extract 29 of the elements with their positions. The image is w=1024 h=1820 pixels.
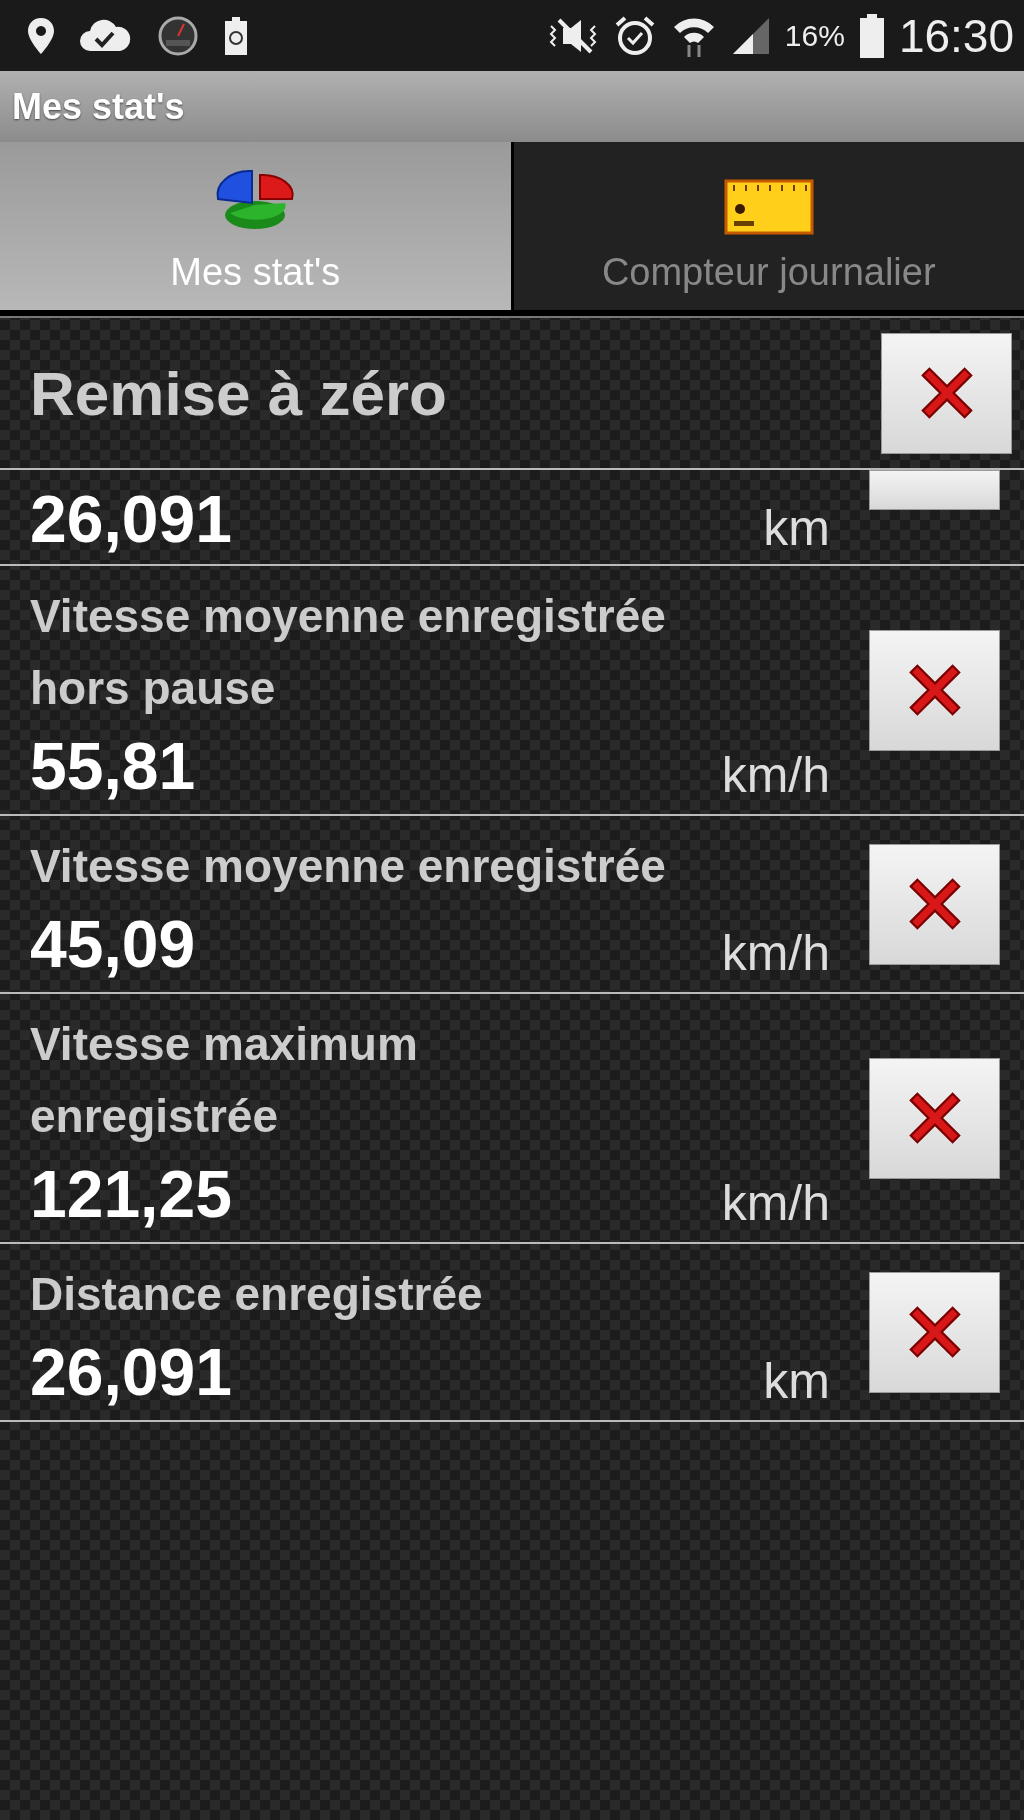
- stat-value: 26,091: [30, 1334, 232, 1410]
- stat-unit: km/h: [721, 924, 830, 982]
- stat-value: 45,09: [30, 906, 196, 982]
- battery-icon: [858, 13, 885, 58]
- reset-button[interactable]: [881, 332, 1012, 454]
- delete-button[interactable]: [869, 629, 1000, 751]
- stat-label: Vitesse moyenne enregistrée hors pause: [30, 589, 667, 716]
- battery-percentage: 16%: [784, 18, 845, 53]
- tab[interactable]: Compteur journalier: [513, 142, 1024, 310]
- stat-label: Vitesse moyenne enregistrée: [30, 839, 667, 894]
- delete-button[interactable]: [869, 1057, 1000, 1179]
- stat-value: 55,81: [30, 728, 196, 804]
- cloud-check-icon: [78, 18, 132, 53]
- stat-unit: km/h: [721, 1174, 830, 1232]
- reset-label: Remise à zéro: [30, 357, 448, 429]
- stat-unit: km: [763, 1352, 830, 1410]
- stat-unit: km: [763, 499, 830, 557]
- delete-button[interactable]: [869, 1271, 1000, 1393]
- app-title: Mes stat's: [12, 85, 185, 128]
- stat-label: Vitesse maximum enregistrée: [30, 1017, 419, 1144]
- delete-button[interactable]: [869, 843, 1000, 965]
- battery-recycle-icon: [224, 15, 248, 56]
- stat-unit: km/h: [721, 746, 830, 804]
- location-pin-icon: [26, 15, 56, 56]
- stat-label: Distance enregistrée: [30, 1267, 484, 1322]
- clock: 16:30: [898, 8, 1014, 63]
- stat-value: 26,091: [30, 481, 232, 557]
- ruler-icon: [723, 179, 814, 235]
- stat-value: 121,25: [30, 1156, 232, 1232]
